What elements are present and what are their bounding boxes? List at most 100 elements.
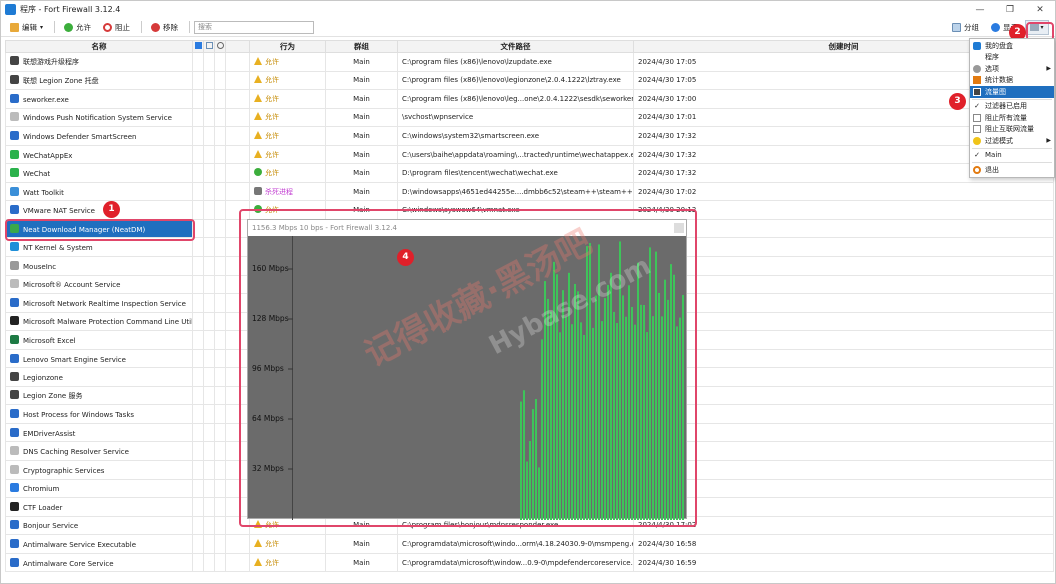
action-label: 允许 [265, 76, 279, 85]
menu-item-label: 统计数据 [985, 76, 1013, 85]
table-row[interactable]: WeChat 允许 Main D:\program files\tencent\wec… [5, 163, 1054, 183]
action-cell: 允许 [249, 107, 326, 128]
program-name-cell[interactable]: Microsoft Malware Protection Command Lin… [5, 311, 193, 332]
table-row[interactable]: Antimalware Core Service 允许 Main C:\program… [5, 552, 1054, 573]
block-button[interactable]: 阻止 [98, 20, 135, 35]
flag-cell [192, 348, 204, 369]
program-name-cell[interactable]: Watt Toolkit [5, 181, 193, 202]
group-cell: Main [325, 107, 398, 128]
menu-item[interactable]: 选项 ▶ [970, 63, 1054, 75]
table-row[interactable]: Windows Defender SmartScreen 允许 Main C:\win… [5, 126, 1054, 146]
program-name: Legionzone [23, 374, 63, 383]
program-name-cell[interactable]: Antimalware Service Executable [5, 534, 193, 554]
action-cell: 杀死进程 [249, 181, 326, 202]
header-icon-col[interactable] [192, 40, 204, 53]
program-name-cell[interactable]: Antimalware Core Service [5, 552, 193, 573]
flag-cell [192, 311, 204, 332]
table-row[interactable]: WeChatAppEx 允许 Main C:\users\baihe\appdata\… [5, 144, 1054, 165]
flag-cell [203, 274, 215, 295]
header-name[interactable]: 名称 [5, 40, 193, 53]
program-name-cell[interactable]: Chromium [5, 478, 193, 499]
warning-icon [254, 112, 262, 121]
program-name-cell[interactable]: Bonjour Service [5, 515, 193, 536]
header-action[interactable]: 行为 [249, 40, 326, 53]
table-row[interactable]: Windows Push Notification System Service… [5, 107, 1054, 128]
edit-button[interactable]: 编辑 ▾ [5, 20, 48, 35]
program-name-cell[interactable]: WeChatAppEx [5, 144, 193, 165]
flag-cell [214, 70, 226, 91]
table-header: 名称 行为 群组 文件路径 创建时间 [5, 40, 1054, 53]
header-group[interactable]: 群组 [325, 40, 398, 53]
flag-cell [203, 293, 215, 313]
table-row[interactable]: 联想游戏升级程序 允许 Main C:\program files (x86)\len… [5, 52, 1054, 72]
menu-item[interactable]: 统计数据 [970, 75, 1054, 87]
program-name: 联想游戏升级程序 [23, 58, 79, 67]
menu-item[interactable]: 阻止所有流量 [970, 112, 1054, 124]
program-name-cell[interactable]: EMDriverAssist [5, 422, 193, 443]
program-name-cell[interactable]: WeChat [5, 163, 193, 183]
flag-cell [192, 422, 204, 443]
menu-item-label: Main [985, 151, 1002, 160]
program-name-cell[interactable]: Host Process for Windows Tasks [5, 404, 193, 424]
program-name-cell[interactable]: 联想 Legion Zone 托盘 [5, 70, 193, 91]
flag-cell [192, 163, 204, 183]
program-name-cell[interactable]: CTF Loader [5, 497, 193, 517]
menu-item[interactable]: ✓ Main [970, 150, 1054, 162]
minimize-button[interactable]: — [965, 5, 995, 15]
menu-item[interactable]: 我的盘盒 [970, 40, 1054, 52]
program-icon [10, 483, 19, 493]
flag-cell [225, 89, 250, 109]
program-icon [10, 538, 19, 548]
flag-cell [203, 52, 215, 72]
annotation-badge: 3 [949, 93, 966, 110]
table-row[interactable]: Watt Toolkit 杀死进程 Main D:\windowsapps\4651e… [5, 181, 1054, 202]
menu-item[interactable]: ✓ 过滤器已启用 [970, 101, 1054, 113]
group-button[interactable]: 分组 [947, 20, 984, 35]
header-icon-col[interactable] [203, 40, 215, 53]
restore-button[interactable]: ❐ [995, 5, 1025, 15]
table-row[interactable]: Antimalware Service Executable 允许 Main C:\p… [5, 534, 1054, 554]
program-name-cell[interactable]: Microsoft® Account Service [5, 274, 193, 295]
program-name-cell[interactable]: Windows Defender SmartScreen [5, 126, 193, 146]
menu-item[interactable]: 阻止互联网流量 [970, 124, 1054, 136]
program-name-cell[interactable]: Windows Push Notification System Service [5, 107, 193, 128]
program-name-cell[interactable]: DNS Caching Resolver Service [5, 441, 193, 462]
allow-button[interactable]: 允许 [59, 20, 96, 35]
menu-item[interactable]: 过滤模式 ▶ [970, 135, 1054, 147]
program-name-cell[interactable]: 联想游戏升级程序 [5, 52, 193, 72]
flag-cell [203, 89, 215, 109]
program-name-cell[interactable]: Lenovo Smart Engine Service [5, 348, 193, 369]
program-icon [10, 168, 19, 178]
program-name: Windows Push Notification System Service [23, 114, 172, 123]
search-input[interactable]: 搜索 [194, 20, 315, 34]
remove-button[interactable]: 移除 [146, 20, 183, 35]
program-name: Microsoft® Account Service [23, 281, 121, 290]
flag-cell [192, 385, 204, 406]
toolbar: 编辑 ▾ 允许 阻止 移除 搜索 分组 显示 [1, 18, 1055, 37]
program-name: CTF Loader [23, 503, 63, 512]
flag-cell [192, 144, 204, 165]
program-name-cell[interactable]: Microsoft Excel [5, 330, 193, 350]
program-name-cell[interactable]: Cryptographic Services [5, 460, 193, 480]
flag-cell [214, 552, 226, 573]
table-row[interactable]: 联想 Legion Zone 托盘 允许 Main C:\program files … [5, 70, 1054, 91]
program-name-cell[interactable]: MouseInc [5, 256, 193, 276]
program-name: NT Kernel & System [23, 244, 93, 253]
warning-icon [254, 56, 262, 65]
program-name-cell[interactable]: VMware NAT Service [5, 200, 193, 220]
menu-item[interactable]: 流量图 [970, 86, 1054, 98]
header-path[interactable]: 文件路径 [397, 40, 634, 53]
menu-item[interactable]: 程序 [970, 52, 1054, 64]
header-icon-col[interactable] [214, 40, 226, 53]
menu-item[interactable]: 退出 [970, 164, 1054, 176]
program-name-cell[interactable]: Microsoft Network Realtime Inspection Se… [5, 293, 193, 313]
table-row[interactable]: seworker.exe 允许 Main C:\program files (x86)… [5, 89, 1054, 109]
close-button[interactable]: ✕ [1025, 5, 1055, 15]
program-name-cell[interactable]: seworker.exe [5, 89, 193, 109]
flag-cell [214, 441, 226, 462]
program-name-cell[interactable]: Legion Zone 服务 [5, 385, 193, 406]
program-name-cell[interactable]: Legionzone [5, 367, 193, 387]
program-icon [10, 130, 19, 140]
flag-cell [192, 330, 204, 350]
path-cell: C:\program files (x86)\lenovo\leg...one\… [397, 89, 634, 109]
